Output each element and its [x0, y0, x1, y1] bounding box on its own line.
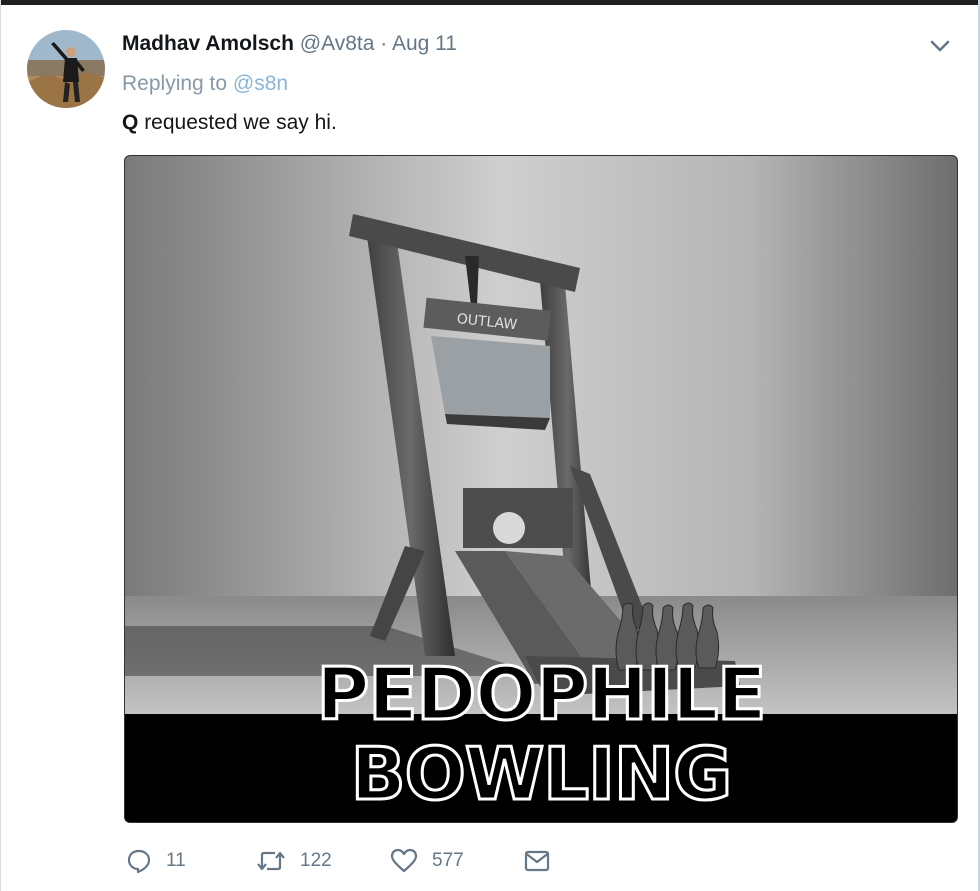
- meme-caption: PEDOPHILE BOWLING: [315, 652, 768, 816]
- reply-count: 11: [166, 850, 186, 871]
- envelope-icon: [524, 850, 550, 872]
- chevron-down-icon: [930, 40, 950, 52]
- tweet-text-bold: Q: [122, 111, 139, 134]
- retweet-icon: [257, 851, 285, 871]
- tweet-media[interactable]: OUTLAW PEDOPHILE BOWLING: [124, 155, 958, 823]
- tweet-text-rest: requested we say hi.: [144, 111, 337, 134]
- tweet-header: Madhav Amolsch @Av8ta · Aug 11: [122, 30, 457, 58]
- retweet-button[interactable]: 122: [256, 843, 332, 879]
- window-top-border: [0, 0, 980, 5]
- reply-prefix: Replying to: [122, 72, 228, 95]
- avatar-photo: [27, 30, 105, 108]
- reply-handle[interactable]: @s8n: [233, 72, 288, 95]
- reply-button[interactable]: 11: [126, 843, 186, 879]
- retweet-count: 122: [300, 850, 332, 871]
- reply-icon: [127, 849, 151, 874]
- tweet-date[interactable]: Aug 11: [392, 32, 457, 55]
- reply-context: Replying to @s8n: [122, 70, 288, 98]
- heart-icon: [390, 848, 418, 873]
- author-handle[interactable]: @Av8ta: [300, 32, 375, 55]
- tweet-text: Q requested we say hi.: [122, 109, 337, 137]
- header-separator: ·: [380, 32, 388, 55]
- left-border: [0, 0, 1, 891]
- tweet-menu-button[interactable]: [928, 36, 952, 56]
- direct-message-button[interactable]: [524, 843, 564, 879]
- like-button[interactable]: 577: [390, 843, 464, 879]
- author-name[interactable]: Madhav Amolsch: [122, 32, 294, 55]
- avatar[interactable]: [27, 30, 105, 108]
- like-count: 577: [432, 850, 464, 871]
